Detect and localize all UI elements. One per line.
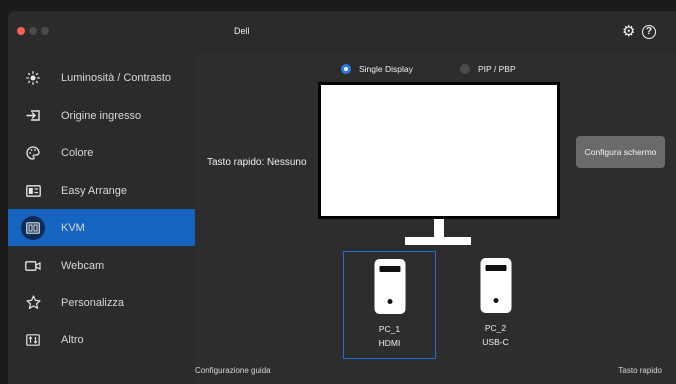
star-icon (25, 295, 41, 311)
sidebar-item-brightness-contrast[interactable]: Luminosità / Contrasto (8, 59, 195, 96)
minimize-window-button[interactable] (29, 27, 37, 35)
sidebar-item-personalize[interactable]: Personalizza (8, 284, 195, 321)
configure-display-button[interactable]: Configura schermo (576, 136, 665, 168)
sidebar-item-other[interactable]: Altro (8, 321, 195, 358)
kvm-icon (21, 215, 45, 240)
sidebar-item-label: Luminosità / Contrasto (61, 71, 172, 84)
radio-unselected[interactable] (460, 64, 470, 74)
pc-2-tile[interactable]: PC_2 USB-C (449, 251, 542, 359)
monitor-preview (318, 82, 560, 219)
sidebar-item-input-source[interactable]: Origine ingresso (8, 97, 195, 134)
pc-port: USB-C (482, 337, 509, 347)
hotkey-label: Tasto rapido: Nessuno (207, 157, 307, 168)
sidebar-item-label: Personalizza (61, 296, 124, 309)
close-window-button[interactable] (17, 27, 25, 35)
mode-label: Single Display (359, 64, 413, 74)
sidebar-item-easy-arrange[interactable]: Easy Arrange (8, 172, 195, 209)
other-icon (25, 332, 41, 348)
pc-1-tile[interactable]: PC_1 HDMI (343, 251, 436, 359)
power-dot (493, 298, 498, 303)
app-title: Dell (234, 26, 250, 36)
mode-label: PIP / PBP (478, 64, 516, 74)
sidebar: Luminosità / Contrasto Origine ingresso … (8, 53, 195, 384)
sidebar-item-color[interactable]: Colore (8, 134, 195, 171)
sidebar-item-kvm[interactable]: KVM (8, 209, 195, 246)
pc-tower-icon (374, 259, 405, 314)
mode-single-display[interactable]: Single Display (341, 64, 413, 74)
mode-pip-pbp[interactable]: PIP / PBP (460, 64, 516, 74)
gear-icon[interactable]: ⚙ (622, 24, 635, 39)
pc-name: PC_1 (378, 324, 401, 334)
sidebar-item-label: Easy Arrange (61, 184, 128, 197)
app-window: Dell ⚙ ? Luminosità / Contrasto Origine … (8, 11, 676, 384)
hotkey-link[interactable]: Tasto rapido (618, 366, 662, 375)
layout-icon (25, 183, 41, 199)
sidebar-item-label: KVM (61, 221, 85, 234)
monitor-stand-base (405, 237, 471, 245)
sidebar-item-webcam[interactable]: Webcam (8, 247, 195, 284)
pc-name: PC_2 (484, 323, 507, 333)
sidebar-item-label: Altro (61, 333, 84, 346)
pc-port: HDMI (378, 338, 401, 348)
drive-slot (379, 266, 400, 272)
sidebar-item-label: Webcam (61, 259, 105, 272)
input-source-icon (25, 108, 41, 124)
radio-selected[interactable] (341, 64, 351, 74)
palette-icon (25, 145, 41, 161)
kvm-panel: Single Display PIP / PBP Tasto rapido: N… (195, 53, 676, 384)
webcam-icon (25, 258, 41, 274)
monitor-stand (434, 219, 444, 237)
title-bar: Dell ⚙ ? (8, 11, 676, 53)
brightness-icon (25, 70, 41, 86)
help-icon[interactable]: ? (642, 25, 656, 39)
guided-setup-link[interactable]: Configurazione guidata (195, 366, 271, 375)
pc-tower-icon (480, 258, 511, 313)
zoom-window-button[interactable] (41, 27, 49, 35)
sidebar-item-label: Origine ingresso (61, 109, 142, 122)
sidebar-item-label: Colore (61, 146, 94, 159)
power-dot (387, 299, 392, 304)
drive-slot (485, 265, 506, 271)
